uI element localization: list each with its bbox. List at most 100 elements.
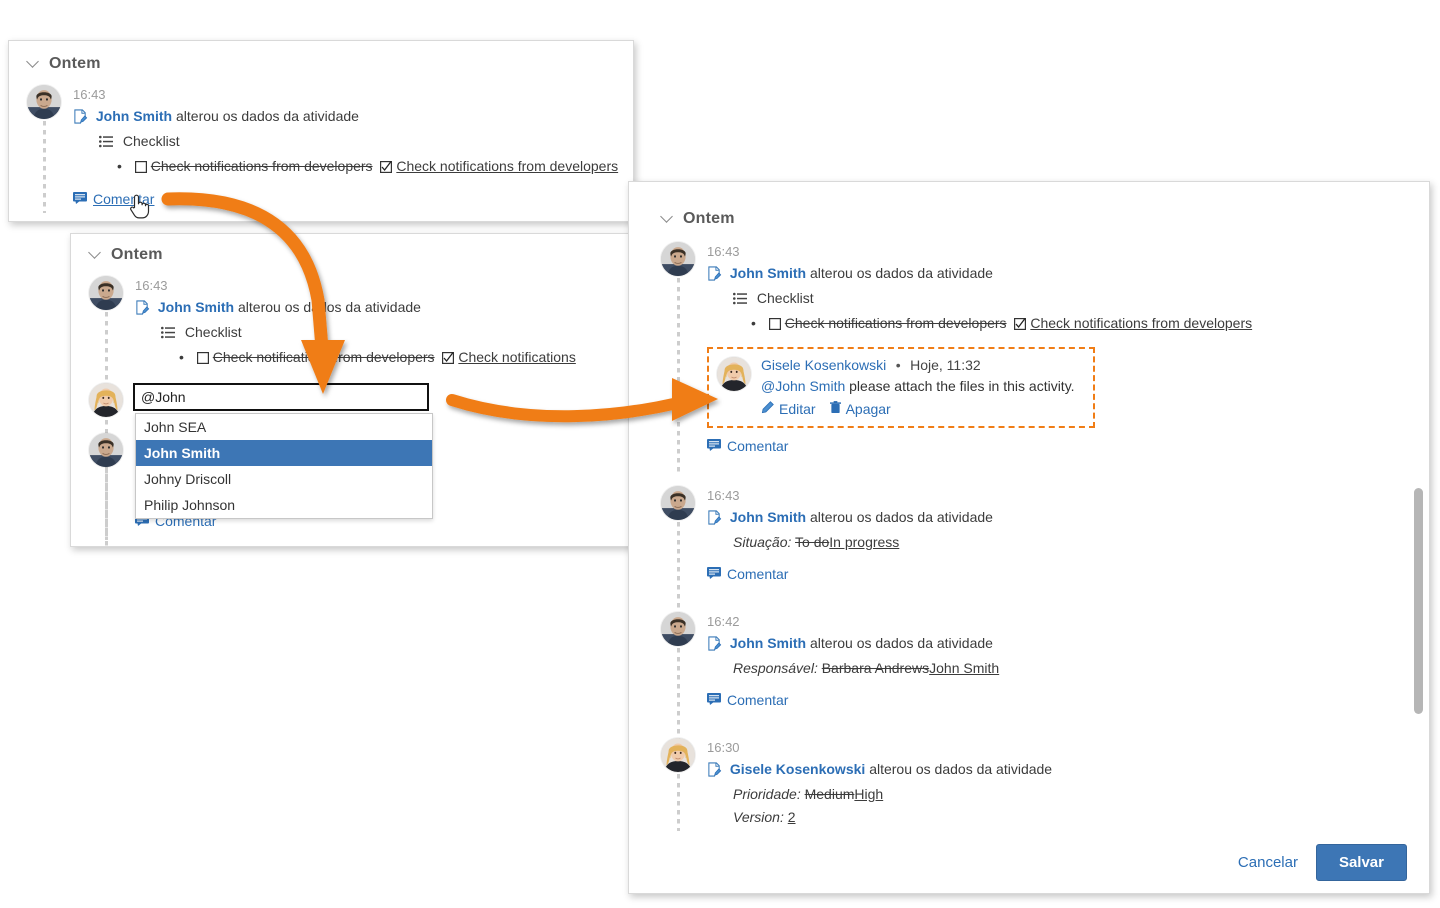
checklist-label: Checklist <box>184 324 242 340</box>
comment-author[interactable]: Gisele Kosenkowski <box>761 357 886 373</box>
comment-time: Hoje, 11:32 <box>910 357 981 373</box>
field-old-value: To do <box>795 534 830 550</box>
entry-action: John Smith alterou os dados da atividade <box>707 633 1399 656</box>
entry-user[interactable]: John Smith <box>730 635 806 651</box>
day-label: Ontem <box>49 55 101 72</box>
comentar-link[interactable]: Comentar <box>707 692 788 708</box>
avatar <box>661 612 695 646</box>
dialog-footer: Cancelar Salvar <box>629 831 1429 893</box>
entry-body: 16:43 John Smith alterou os dados da ati… <box>135 276 615 370</box>
comment-text-rest: please attach the files in this activity… <box>845 378 1075 394</box>
dropdown-option[interactable]: John SEA <box>136 414 432 440</box>
comentar-link[interactable]: Comentar <box>73 191 154 207</box>
avatar <box>661 738 695 772</box>
document-edit-icon <box>707 510 722 530</box>
avatar <box>89 433 123 467</box>
dropdown-option-selected[interactable]: John Smith <box>136 440 432 466</box>
field-change-row: Version: 2 <box>707 807 1399 828</box>
entry-body: 16:42 John Smith alterou os dados da ati… <box>707 612 1399 710</box>
comment-card-highlighted: Gisele Kosenkowski • Hoje, 11:32 @John S… <box>707 347 1095 428</box>
day-header[interactable]: Ontem <box>661 210 1399 228</box>
timeline-entry: 16:42 John Smith alterou os dados da ati… <box>661 612 1399 742</box>
checklist-item-row: • Check notifications from developers Ch… <box>707 313 1399 336</box>
chevron-down-icon[interactable] <box>89 247 102 260</box>
entry-user[interactable]: John Smith <box>730 509 806 525</box>
comment-icon <box>707 566 721 582</box>
edit-comment-button[interactable]: Editar <box>761 401 816 417</box>
checklist-item-old: Check notifications from developers <box>212 349 435 365</box>
field-change-row: Prioridade: MediumHigh <box>707 784 1399 805</box>
pencil-icon <box>761 401 774 417</box>
comentar-link[interactable]: Comentar <box>707 438 788 454</box>
dropdown-option[interactable]: Johny Driscoll <box>136 466 432 492</box>
checkbox-checked-icon <box>380 158 393 179</box>
screenshot-stage: Ontem 16:43 John Smith alterou os dados … <box>0 0 1440 908</box>
save-button[interactable]: Salvar <box>1315 843 1407 881</box>
trash-icon <box>829 401 841 417</box>
entry-time: 16:43 <box>73 87 106 102</box>
checklist-lines-icon <box>161 324 175 345</box>
dropdown-option[interactable]: Philip Johnson <box>136 492 432 518</box>
document-edit-icon <box>135 300 150 320</box>
comment-mention[interactable]: @John Smith <box>761 378 845 394</box>
comment-icon <box>73 191 87 207</box>
entry-user[interactable]: Gisele Kosenkowski <box>730 761 865 777</box>
avatar <box>661 486 695 520</box>
comment-actions: Editar Apagar <box>761 401 1083 417</box>
comment-meta: Gisele Kosenkowski • Hoje, 11:32 <box>761 357 1083 375</box>
avatar <box>661 242 695 276</box>
timeline-connector <box>677 648 680 742</box>
scrollbar-thumb[interactable] <box>1414 487 1423 715</box>
bullet-icon: • <box>179 349 184 365</box>
checkbox-unchecked-icon <box>134 158 147 179</box>
mention-dropdown[interactable]: John SEA John Smith Johny Driscoll Phili… <box>135 413 433 519</box>
mention-input[interactable] <box>133 383 429 411</box>
checklist-lines-icon <box>99 133 113 154</box>
entry-user[interactable]: John Smith <box>158 299 234 315</box>
avatar-column <box>661 612 707 742</box>
history-scroll-area[interactable]: Ontem 16:43 John Smith alterou os dados … <box>629 182 1429 831</box>
checklist-label: Checklist <box>122 133 180 149</box>
field-label: Responsável: <box>733 660 818 676</box>
document-edit-icon <box>73 109 88 129</box>
comentar-link[interactable]: Comentar <box>707 566 788 582</box>
comentar-label: Comentar <box>727 692 789 708</box>
checkbox-checked-icon <box>1014 315 1027 336</box>
avatar-column <box>89 276 135 540</box>
avatar <box>27 85 61 119</box>
checklist-row: Checklist <box>707 288 1399 311</box>
entry-time: 16:43 <box>707 488 740 503</box>
timeline-connector <box>677 522 680 616</box>
timeline-entry: 16:43 John Smith alterou os dados da ati… <box>661 242 1399 476</box>
entry-action: Gisele Kosenkowski alterou os dados da a… <box>707 759 1399 782</box>
scrollbar-track[interactable] <box>1414 192 1423 821</box>
day-label: Ontem <box>111 246 163 263</box>
bullet-icon: • <box>751 315 756 331</box>
avatar-column <box>661 242 707 476</box>
day-label: Ontem <box>683 210 735 227</box>
timeline-entry: 16:43 John Smith alterou os dados da ati… <box>89 276 615 540</box>
timeline-entry: 16:43 John Smith alterou os dados da ati… <box>661 486 1399 616</box>
entry-user[interactable]: John Smith <box>96 108 172 124</box>
entry-user[interactable]: John Smith <box>730 265 806 281</box>
chevron-down-icon[interactable] <box>661 211 674 224</box>
checklist-item-old: Check notifications from developers <box>150 158 373 174</box>
entry-action-text: alterou os dados da atividade <box>810 509 993 525</box>
entry-action-text: alterou os dados da atividade <box>869 761 1053 777</box>
field-label: Situação: <box>733 534 792 550</box>
avatar-column <box>89 433 135 546</box>
comment-text: @John Smith please attach the files in t… <box>761 376 1083 397</box>
entry-action-text: alterou os dados da atividade <box>176 108 359 124</box>
entry-time: 16:30 <box>707 740 740 755</box>
timeline-connector <box>677 774 680 831</box>
delete-comment-button[interactable]: Apagar <box>829 401 891 417</box>
chevron-down-icon[interactable] <box>27 56 40 69</box>
cancel-button[interactable]: Cancelar <box>1234 848 1302 877</box>
field-new-value: In progress <box>829 534 900 550</box>
entry-action: John Smith alterou os dados da atividade <box>135 297 615 320</box>
checklist-label: Checklist <box>756 290 814 306</box>
day-header[interactable]: Ontem <box>27 55 615 73</box>
avatar-comment-author <box>717 357 751 391</box>
day-header[interactable]: Ontem <box>89 246 615 264</box>
timeline-entry: 16:43 John Smith alterou os dados da ati… <box>27 85 618 213</box>
